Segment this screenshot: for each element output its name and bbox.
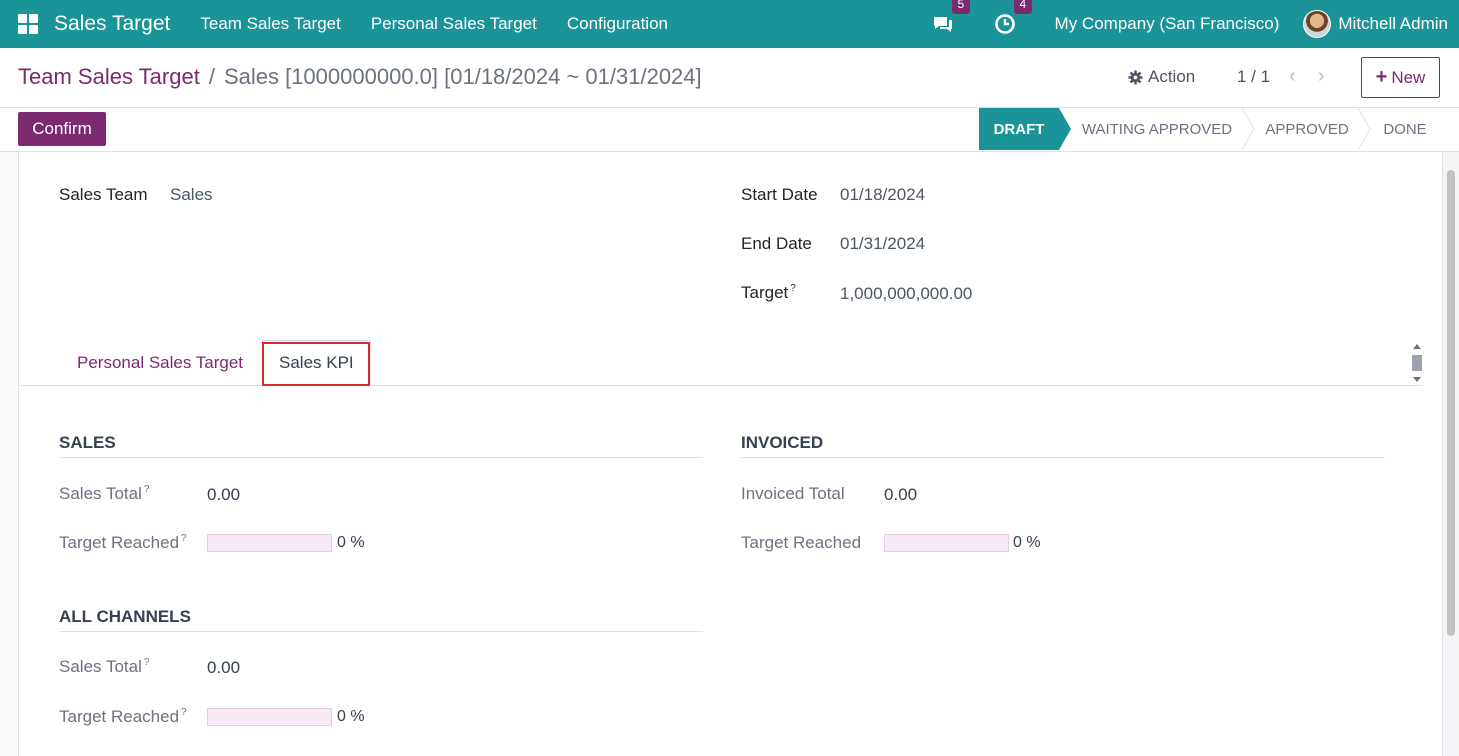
stage-separator-icon xyxy=(1357,108,1371,150)
tab-sales-kpi[interactable]: Sales KPI xyxy=(262,340,371,386)
status-bar: Confirm DRAFT WAITING APPROVED APPROVED … xyxy=(0,108,1459,152)
sales-target-reached-label: Target Reached? xyxy=(59,533,187,553)
start-date-label: Start Date xyxy=(741,185,818,204)
scroll-down-icon[interactable] xyxy=(1413,377,1421,382)
top-navbar: Sales Target Team Sales Target Personal … xyxy=(0,0,1459,48)
new-label: New xyxy=(1391,67,1426,87)
activities-badge: 4 xyxy=(1013,0,1033,14)
end-date-value[interactable]: 01/31/2024 xyxy=(840,234,925,254)
app-title[interactable]: Sales Target xyxy=(54,12,170,36)
breadcrumb: Team Sales Target / Sales [1000000000.0]… xyxy=(18,64,702,90)
sales-team-label: Sales Team xyxy=(59,185,148,204)
start-date-value[interactable]: 01/18/2024 xyxy=(840,185,925,205)
stage-done[interactable]: DONE xyxy=(1371,108,1439,150)
all-channels-target-progress-bar xyxy=(207,708,332,726)
sales-group-title: SALES xyxy=(59,433,703,458)
stage-approved[interactable]: APPROVED xyxy=(1255,108,1359,150)
tab-personal-sales-target[interactable]: Personal Sales Target xyxy=(61,340,259,386)
company-switcher[interactable]: My Company (San Francisco) xyxy=(1055,14,1280,34)
activities-clock-icon[interactable]: 4 xyxy=(993,0,1033,36)
stage-draft[interactable]: DRAFT xyxy=(979,108,1059,150)
action-menu-button[interactable]: Action xyxy=(1128,67,1195,87)
sales-total-value: 0.00 xyxy=(207,485,241,504)
sales-target-reached-label-text: Target Reached xyxy=(59,533,180,552)
apps-menu-icon[interactable] xyxy=(18,14,38,34)
messages-icon[interactable]: 5 xyxy=(931,0,971,36)
confirm-button[interactable]: Confirm xyxy=(18,112,106,146)
scroll-up-icon[interactable] xyxy=(1413,344,1421,349)
pager-next-icon[interactable]: › xyxy=(1318,65,1325,88)
tabs-scrollbar[interactable] xyxy=(1411,342,1423,384)
new-button[interactable]: + New xyxy=(1361,57,1440,98)
form-sheet: Sales Team Sales Start Date 01/18/2024 E… xyxy=(18,152,1443,756)
help-icon[interactable]: ? xyxy=(790,283,796,294)
breadcrumb-current-record: Sales [1000000000.0] [01/18/2024 ~ 01/31… xyxy=(223,64,702,89)
navbar-systray: 5 4 My Company (San Francisco) Mitchell … xyxy=(931,0,1459,48)
notebook-tabs: Personal Sales Target Sales KPI xyxy=(19,340,1423,386)
sales-total-label: Sales Total? xyxy=(59,484,149,504)
plus-icon: + xyxy=(1375,66,1388,88)
menu-personal-sales-target[interactable]: Personal Sales Target xyxy=(356,14,552,34)
gear-icon xyxy=(1128,69,1143,85)
invoiced-total-label: Invoiced Total xyxy=(741,484,845,503)
scroll-thumb[interactable] xyxy=(1412,355,1422,371)
main-menu: Team Sales Target Personal Sales Target … xyxy=(185,14,683,34)
action-label: Action xyxy=(1148,67,1196,86)
all-channels-target-percent: 0 % xyxy=(337,708,365,725)
user-name: Mitchell Admin xyxy=(1338,14,1448,33)
target-label-text: Target xyxy=(741,283,789,302)
control-panel: Team Sales Target / Sales [1000000000.0]… xyxy=(0,48,1459,108)
stage-waiting-approved[interactable]: WAITING APPROVED xyxy=(1071,108,1243,150)
all-channels-target-reached-label-text: Target Reached xyxy=(59,707,180,726)
page-scrollbar[interactable] xyxy=(1443,152,1459,756)
menu-team-sales-target[interactable]: Team Sales Target xyxy=(185,14,355,34)
sales-total-label-text: Sales Total xyxy=(59,484,142,503)
invoiced-target-progress-bar xyxy=(884,534,1009,552)
pager-value[interactable]: 1 / 1 xyxy=(1237,67,1270,87)
sales-target-progress-bar xyxy=(207,534,332,552)
invoiced-target-percent: 0 % xyxy=(1013,534,1041,551)
all-channels-total-label: Sales Total? xyxy=(59,657,149,677)
stage-separator-icon xyxy=(1241,108,1255,150)
all-channels-target-reached-label: Target Reached? xyxy=(59,707,187,727)
breadcrumb-separator: / xyxy=(208,64,215,89)
invoiced-total-value: 0.00 xyxy=(884,485,918,504)
help-icon[interactable]: ? xyxy=(144,484,150,495)
help-icon[interactable]: ? xyxy=(181,533,187,544)
stage-draft-arrow xyxy=(1059,108,1071,150)
help-icon[interactable]: ? xyxy=(181,707,187,718)
breadcrumb-team-sales-target[interactable]: Team Sales Target xyxy=(18,64,200,90)
invoiced-target-reached-label: Target Reached xyxy=(741,533,862,552)
all-channels-group-title: ALL CHANNELS xyxy=(59,607,703,632)
invoiced-group-title: INVOICED xyxy=(741,433,1385,458)
target-label: Target? xyxy=(741,283,796,303)
user-menu[interactable]: Mitchell Admin xyxy=(1303,10,1448,38)
target-value[interactable]: 1,000,000,000.00 xyxy=(840,284,972,304)
all-channels-total-value: 0.00 xyxy=(207,658,241,677)
avatar xyxy=(1303,10,1332,38)
menu-configuration[interactable]: Configuration xyxy=(552,14,683,34)
end-date-label: End Date xyxy=(741,234,812,253)
messages-badge: 5 xyxy=(951,0,971,14)
sales-target-percent: 0 % xyxy=(337,534,365,551)
all-channels-total-label-text: Sales Total xyxy=(59,657,142,676)
help-icon[interactable]: ? xyxy=(144,657,150,668)
page-scrollbar-thumb[interactable] xyxy=(1447,170,1455,636)
sales-team-value[interactable]: Sales xyxy=(170,185,213,205)
pager-previous-icon[interactable]: ‹ xyxy=(1289,65,1296,88)
